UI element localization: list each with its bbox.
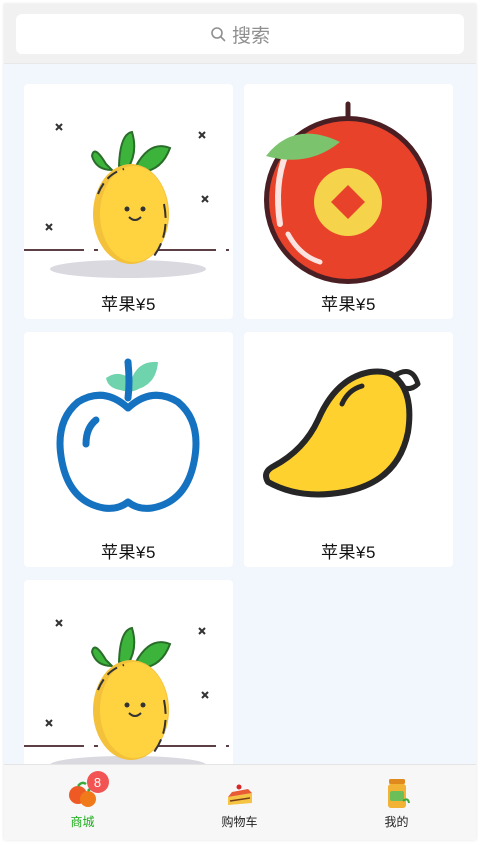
product-price: ¥5 (136, 295, 156, 314)
product-name: 苹果 (101, 295, 137, 314)
tab-label: 我的 (384, 815, 409, 829)
search-placeholder: 搜索 (231, 25, 270, 47)
product-name: 苹果 (321, 295, 357, 314)
jar-icon (379, 775, 415, 811)
product-caption: 苹果¥5 (244, 290, 453, 315)
tab-shop[interactable]: 8 商城 (4, 765, 161, 840)
product-caption: 苹果¥5 (24, 538, 233, 563)
cart-cake-icon (222, 775, 258, 811)
tab-cart[interactable]: 购物车 (161, 765, 318, 840)
product-grid: 苹果¥5 苹果¥5 苹果¥5 苹果¥5 (24, 84, 454, 815)
product-price: ¥5 (136, 543, 156, 562)
search-bar: 搜索 (4, 4, 476, 64)
product-name: 苹果 (321, 543, 357, 562)
blue-apple-icon (56, 358, 200, 512)
product-price: ¥5 (356, 543, 376, 562)
product-card[interactable]: 苹果¥5 (24, 332, 233, 567)
product-card[interactable]: 苹果¥5 (244, 332, 453, 567)
product-caption: 苹果¥5 (24, 290, 233, 315)
product-name: 苹果 (101, 543, 137, 562)
red-apple-icon (264, 101, 432, 284)
product-caption: 苹果¥5 (244, 538, 453, 563)
product-card[interactable]: 苹果¥5 (244, 84, 453, 319)
search-icon (211, 27, 226, 42)
fruit-icon: 8 (65, 771, 109, 811)
product-card[interactable]: 苹果¥5 (24, 84, 233, 319)
tab-label: 商城 (70, 815, 95, 829)
cart-count-badge: 8 (86, 771, 109, 793)
pineapple-icon (24, 619, 229, 774)
app-screen: 搜索 苹果¥5 苹果¥5 苹果¥5 苹果¥5 8 商城 购物车 我的 (4, 4, 476, 840)
pineapple-icon (24, 123, 229, 278)
search-input[interactable]: 搜索 (16, 14, 464, 54)
tab-label: 购物车 (221, 815, 258, 829)
mango-icon (263, 368, 421, 498)
tab-profile[interactable]: 我的 (318, 765, 475, 840)
bottom-tab-bar: 8 商城 购物车 我的 (4, 764, 476, 840)
product-price: ¥5 (356, 295, 376, 314)
